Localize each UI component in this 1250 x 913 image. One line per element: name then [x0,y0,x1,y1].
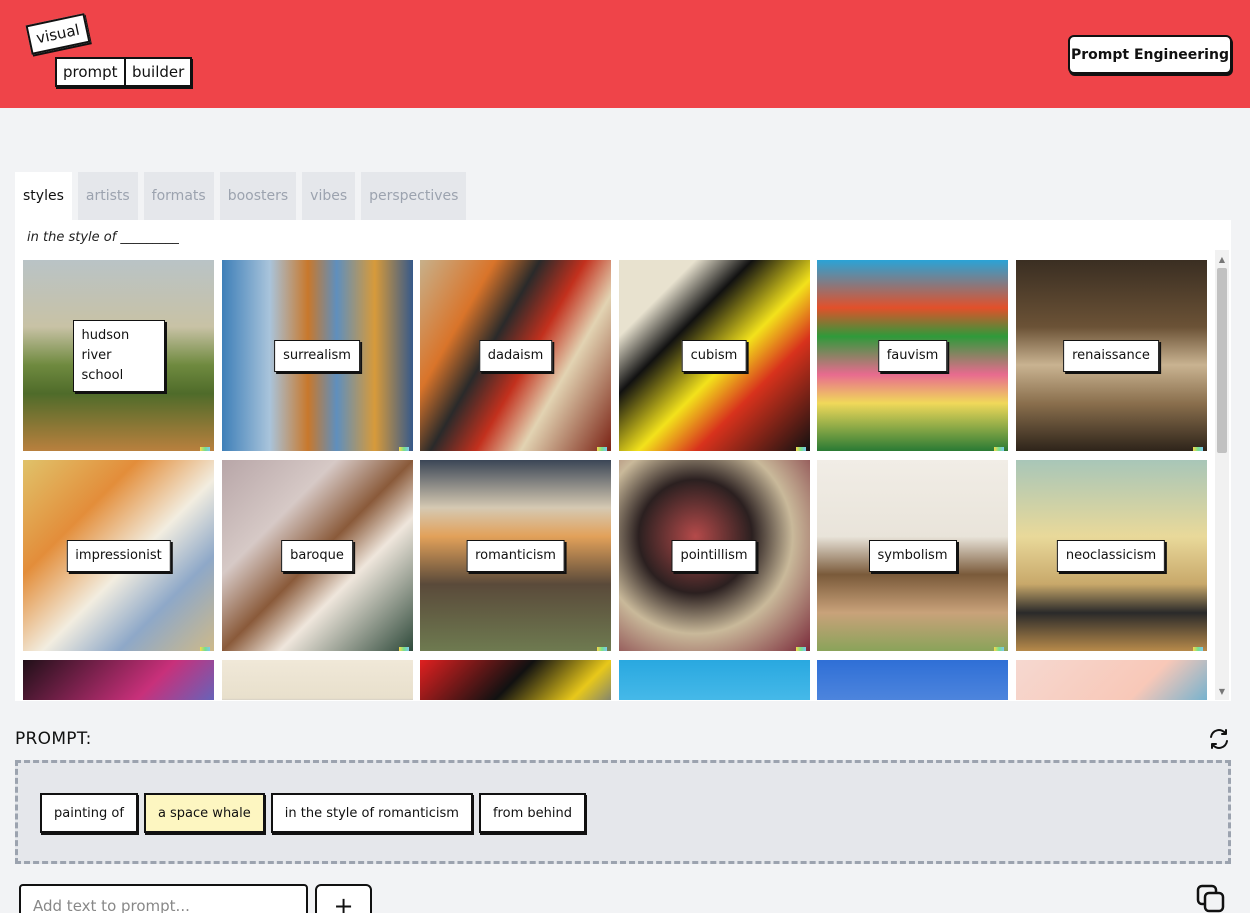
prompt-chip[interactable]: from behind [478,793,586,833]
prompt-chip[interactable]: a space whale [143,793,265,833]
color-swatch-icon [1192,447,1203,451]
tile-label: fauvism [877,339,948,372]
tile-grid: hudson river school surrealism dadaism cubi… [23,260,1209,700]
color-swatch-icon [1192,647,1203,651]
color-swatch-icon [994,647,1004,651]
color-swatch-icon [200,447,210,451]
prompt-chip[interactable]: painting of [40,793,138,833]
tab-perspectives[interactable]: perspectives [361,172,467,220]
style-tile-baroque[interactable]: baroque [221,460,413,651]
prompt-chip[interactable]: in the style of romanticism [270,793,473,833]
tile-label: renaissance [1063,339,1159,372]
add-text-button[interactable]: + [315,884,372,913]
scroll-thumb[interactable] [1217,268,1227,453]
tile-label: romanticism [466,539,565,572]
style-tile-romanticism[interactable]: romanticism [420,460,611,651]
style-tile[interactable] [23,660,214,700]
tile-label: surrealism [274,339,360,372]
tile-label: cubism [681,339,747,372]
scroll-up-arrow-icon[interactable]: ▲ [1215,252,1229,266]
style-tile-fauvism[interactable]: fauvism [817,260,1008,451]
style-tile-dadaism[interactable]: dadaism [420,260,611,451]
tile-label: neoclassicism [1056,539,1166,572]
copy-icon[interactable] [1196,884,1226,913]
style-tile-cubism[interactable]: cubism [618,260,810,451]
color-swatch-icon [597,447,607,451]
tile-label: baroque [281,539,353,572]
tile-label: symbolism [868,539,957,572]
style-tile-renaissance[interactable]: renaissance [1015,260,1207,451]
panel-hint: in the style of _________ [27,230,179,245]
refresh-icon[interactable] [1207,727,1231,751]
style-tile[interactable] [618,660,810,700]
tab-artists[interactable]: artists [77,172,138,220]
style-tile-neoclassicism[interactable]: neoclassicism [1015,460,1207,651]
style-tile[interactable] [1015,660,1207,700]
logo-word-builder: builder [124,57,193,87]
style-tile[interactable] [221,660,413,700]
styles-panel: in the style of _________ hudson river s… [15,220,1231,701]
style-tile-hudson-river-school[interactable]: hudson river school [23,260,214,451]
logo-word-visual: visual [25,13,91,55]
tile-label: pointillism [671,539,757,572]
color-swatch-icon [398,647,409,651]
scroll-down-arrow-icon[interactable]: ▼ [1215,684,1229,698]
color-swatch-icon [597,647,607,651]
prompt-chips: painting of a space whale in the style of … [40,793,586,833]
style-tile-pointillism[interactable]: pointillism [618,460,810,651]
style-tile-surrealism[interactable]: surrealism [221,260,413,451]
tile-label: hudson river school [72,319,165,392]
add-text-input[interactable] [19,884,308,913]
prompt-engineering-button[interactable]: Prompt Engineering [1068,35,1232,74]
color-swatch-icon [994,447,1004,451]
color-swatch-icon [200,647,210,651]
prompt-dropzone[interactable]: painting of a space whale in the style of … [15,760,1231,864]
style-tile[interactable] [817,660,1008,700]
tab-styles[interactable]: styles [15,172,72,220]
tile-grid-viewport: hudson river school surrealism dadaism cubi… [23,260,1209,700]
tile-label: dadaism [478,339,553,372]
tab-vibes[interactable]: vibes [302,172,356,220]
color-swatch-icon [795,447,806,451]
color-swatch-icon [398,447,409,451]
style-tile[interactable] [420,660,611,700]
color-swatch-icon [795,647,806,651]
prompt-title: PROMPT: [15,729,92,749]
tab-formats[interactable]: formats [143,172,214,220]
app-header: visual prompt builder Prompt Engineering [0,0,1250,108]
logo-word-prompt: prompt [55,57,126,87]
tab-boosters[interactable]: boosters [219,172,297,220]
tile-label: impressionist [66,539,171,572]
category-tabs: styles artists formats boosters vibes perspec… [15,172,467,220]
style-tile-symbolism[interactable]: symbolism [817,460,1008,651]
style-tile-impressionist[interactable]: impressionist [23,460,214,651]
grid-scrollbar[interactable]: ▲ ▼ [1215,250,1229,700]
